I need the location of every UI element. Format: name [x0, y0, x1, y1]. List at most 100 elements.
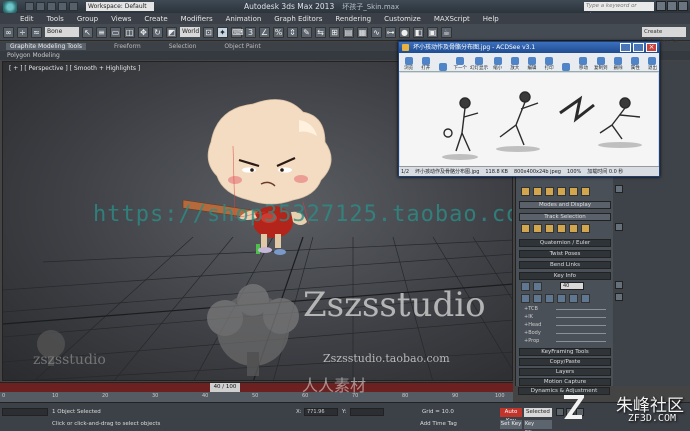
acdsee-window[interactable]: 坏小孩动作及骨骼分布图.jpg - ACDSee v3.1 × 浏览 打开 下一… [398, 41, 660, 177]
rollout-twist-poses[interactable]: Twist Poses [519, 250, 611, 258]
modify-tab-icon[interactable] [533, 187, 542, 196]
next-key-icon[interactable] [533, 282, 542, 291]
viewport-label[interactable]: [ + ] [ Perspective ] [ Smooth + Highlig… [9, 65, 140, 72]
acdsee-move-button[interactable]: 移动 [577, 57, 590, 71]
tab-freeform[interactable]: Freeform [114, 43, 141, 50]
rollout-key-info[interactable]: Key Info [519, 272, 611, 280]
curve-editor-icon[interactable]: ∿ [371, 26, 382, 38]
acdsee-delete-button[interactable]: 删除 [612, 57, 625, 71]
x-coordinate-field[interactable]: 771.96 [304, 408, 338, 416]
percent-snap-icon[interactable]: % [273, 26, 284, 38]
add-time-tag[interactable]: Add Time Tag [420, 421, 457, 427]
graphite-toggle-icon[interactable]: ▦ [357, 26, 368, 38]
acdsee-properties-button[interactable]: 属性 [629, 57, 642, 71]
create-tab-icon[interactable] [521, 187, 530, 196]
acdsee-prev-button[interactable] [436, 63, 449, 71]
menu-create[interactable]: Create [144, 15, 167, 23]
tab-object-paint[interactable]: Object Paint [224, 43, 260, 50]
close-icon[interactable] [678, 1, 688, 11]
menu-views[interactable]: Views [111, 15, 131, 23]
redo-icon[interactable] [69, 2, 78, 11]
unlink-icon[interactable]: ÷ [17, 26, 28, 38]
rect-selection-icon[interactable]: ▭ [110, 26, 121, 38]
time-slider[interactable]: 40 / 100 [210, 383, 240, 392]
opposite-icon[interactable] [581, 224, 590, 233]
acdsee-rotate-button[interactable] [560, 63, 573, 71]
reference-coord-dropdown[interactable]: World [180, 27, 200, 37]
menu-modifiers[interactable]: Modifiers [181, 15, 213, 23]
keyinfo-head[interactable]: +Head [524, 322, 541, 328]
acdsee-maximize-icon[interactable] [620, 43, 631, 52]
body-vertical-icon[interactable] [533, 224, 542, 233]
select-manipulate-icon[interactable]: ✦ [217, 26, 228, 38]
edit-named-selection-icon[interactable]: ✎ [301, 26, 312, 38]
acdsee-edit-button[interactable]: 编辑 [525, 57, 538, 71]
character-model[interactable] [182, 99, 332, 256]
key-filters-button[interactable]: Key Filters... [524, 420, 552, 431]
strip-button-icon[interactable] [615, 185, 623, 193]
rotate-icon[interactable]: ↻ [152, 26, 163, 38]
minimize-icon[interactable] [656, 1, 666, 11]
rollout-copy-paste[interactable]: Copy/Paste [519, 358, 611, 366]
menu-graph-editors[interactable]: Graph Editors [274, 15, 322, 23]
menu-rendering[interactable]: Rendering [335, 15, 371, 23]
select-by-name-icon[interactable]: ≡ [96, 26, 107, 38]
acdsee-slideshow-button[interactable]: 幻灯显示 [470, 57, 488, 71]
undo-icon[interactable] [58, 2, 67, 11]
previous-key-icon[interactable] [521, 282, 530, 291]
menu-customize[interactable]: Customize [384, 15, 421, 23]
keyinfo-ik[interactable]: +IK [524, 314, 533, 320]
render-production-icon[interactable]: ☕ [441, 26, 452, 38]
keyinfo-body[interactable]: +Body [524, 330, 541, 336]
tab-selection[interactable]: Selection [169, 43, 197, 50]
display-tab-icon[interactable] [569, 187, 578, 196]
menu-tools[interactable]: Tools [47, 15, 64, 23]
strip-button-icon[interactable] [615, 293, 623, 301]
acdsee-minimize-icon[interactable] [633, 43, 644, 52]
select-object-icon[interactable]: ↖ [82, 26, 93, 38]
body-rotation-icon[interactable] [545, 224, 554, 233]
layer-manager-icon[interactable]: ▤ [343, 26, 354, 38]
named-selection-sets-dropdown[interactable]: Create Selection Se [642, 27, 686, 45]
rollout-keyframing-tools[interactable]: KeyFraming Tools [519, 348, 611, 356]
acdsee-exit-button[interactable]: 退出 [646, 57, 659, 71]
keyinfo-prop[interactable]: +Prop [524, 338, 539, 344]
menu-maxscript[interactable]: MAXScript [434, 15, 470, 23]
track-bar[interactable]: 0 10 20 30 40 50 60 70 80 90 100 [0, 392, 513, 402]
open-file-icon[interactable] [36, 2, 45, 11]
spinner-snap-icon[interactable]: ⇕ [287, 26, 298, 38]
maximize-icon[interactable] [667, 1, 677, 11]
app-logo-icon[interactable] [3, 0, 17, 13]
selection-filter-dropdown[interactable]: Bone [45, 27, 79, 37]
angle-snap-icon[interactable]: ∠ [259, 26, 270, 38]
save-file-icon[interactable] [47, 2, 56, 11]
rollout-bend-links[interactable]: Bend Links [519, 261, 611, 269]
key-frame-field[interactable]: 40 [560, 282, 584, 290]
snaps-toggle-icon[interactable]: 3 [245, 26, 256, 38]
strip-button-icon[interactable] [615, 223, 623, 231]
set-free-key-icon[interactable] [581, 294, 590, 303]
auto-key-button[interactable]: Auto Key [500, 408, 522, 424]
time-slider-track[interactable]: 40 / 100 [0, 382, 513, 392]
rollout-track-selection[interactable]: Track Selection [519, 213, 611, 221]
y-coordinate-field[interactable] [350, 408, 384, 416]
acdsee-image-canvas[interactable] [400, 73, 658, 166]
body-horizontal-icon[interactable] [521, 224, 530, 233]
maxscript-listener[interactable] [2, 408, 48, 416]
menu-group[interactable]: Group [77, 15, 98, 23]
menu-edit[interactable]: Edit [20, 15, 34, 23]
set-planted-key-icon[interactable] [557, 294, 566, 303]
align-icon[interactable]: ⊞ [329, 26, 340, 38]
keyinfo-tcb[interactable]: +TCB [524, 306, 538, 312]
rollout-motion-capture[interactable]: Motion Capture [519, 378, 611, 386]
acdsee-zoom-in-button[interactable]: 放大 [508, 57, 521, 71]
set-key-icon[interactable] [521, 294, 530, 303]
motion-tab-icon[interactable] [557, 187, 566, 196]
pivot-center-icon[interactable]: ⊡ [203, 26, 214, 38]
utilities-tab-icon[interactable] [581, 187, 590, 196]
scale-icon[interactable]: ◩ [166, 26, 177, 38]
schematic-view-icon[interactable]: ⊶ [385, 26, 396, 38]
acdsee-browse-button[interactable]: 浏览 [402, 57, 415, 71]
new-file-icon[interactable] [25, 2, 34, 11]
window-crossing-icon[interactable]: ◫ [124, 26, 135, 38]
